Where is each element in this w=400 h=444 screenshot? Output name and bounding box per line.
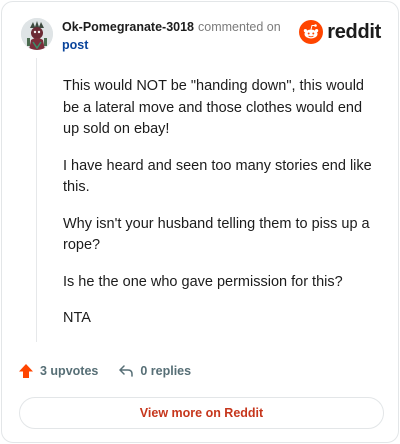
reddit-logo[interactable]: reddit [299,20,381,44]
comment-paragraph: I have heard and seen too many stories e… [63,157,372,196]
username[interactable]: Ok-Pomegranate-3018 [62,20,194,34]
comment-body: This would NOT be "handing down", this w… [63,76,373,345]
comment-paragraph: This would NOT be "handing down", this w… [63,78,364,137]
user-avatar[interactable] [21,18,53,50]
post-link[interactable]: post [62,37,88,54]
comment-paragraph: NTA [63,310,91,326]
embedded-comment-card: Ok-Pomegranate-3018 commented on post red… [1,1,399,443]
reply-stat[interactable]: 0 replies [118,363,191,379]
upvote-stat[interactable]: 3 upvotes [18,363,98,379]
comment-meta: Ok-Pomegranate-3018 commented on post [62,18,281,54]
comment-paragraph: Is he the one who gave permission for th… [63,273,343,290]
avatar-image [21,18,53,50]
view-more-button[interactable]: View more on Reddit [19,397,384,429]
upvote-arrow-icon [19,364,33,378]
reddit-wordmark: reddit [327,20,381,43]
upvote-count: 3 upvotes [40,364,99,378]
reddit-alien-icon [299,20,324,44]
reply-count: 0 replies [140,364,192,378]
thread-line [36,58,37,342]
reply-arrow-icon [119,365,134,377]
comment-action-text: commented on [198,20,281,34]
comment-paragraph: Why isn't your husband telling them to p… [63,215,370,254]
comment-stats: 3 upvotes 0 replies [18,363,191,379]
